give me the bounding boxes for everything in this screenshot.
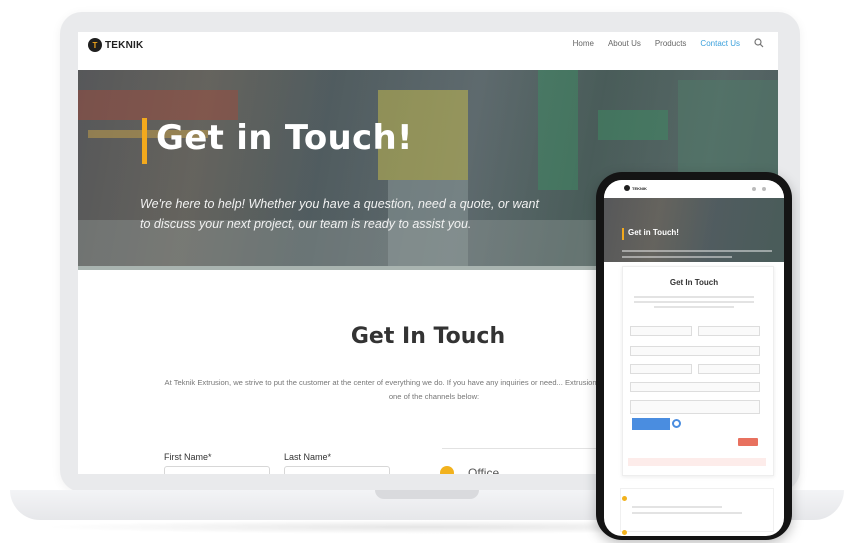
site-navbar: T TEKNIK Home About Us Products Contact … <box>78 32 778 68</box>
phone-logo-mark-icon <box>624 185 630 191</box>
last-name-input[interactable] <box>284 466 390 474</box>
phone-submit-button[interactable] <box>738 438 758 446</box>
logo-mark-icon: T <box>88 38 102 52</box>
phone-message-input[interactable] <box>630 400 760 414</box>
nav-contact-us[interactable]: Contact Us <box>700 39 740 48</box>
phone-email-input[interactable] <box>630 346 760 356</box>
phone-intro-line <box>654 306 734 308</box>
phone-last-name-input[interactable] <box>698 326 760 336</box>
first-name-input[interactable] <box>164 466 270 474</box>
phone-hero-title: Get in Touch! <box>628 228 679 237</box>
hero-subtitle: We're here to help! Whether you have a q… <box>140 197 539 231</box>
phone-hero-subtitle-line <box>622 256 732 258</box>
nav-about-us[interactable]: About Us <box>608 39 641 48</box>
phone-intro-line <box>634 301 754 303</box>
office-divider <box>442 448 602 449</box>
logo-text: TEKNIK <box>105 39 144 51</box>
teknik-logo[interactable]: T TEKNIK <box>88 38 143 52</box>
phone-logo[interactable]: TEKNIK <box>624 185 647 191</box>
phone-number-input[interactable] <box>698 364 760 374</box>
phone-location-pin-icon <box>622 496 627 501</box>
phone-recaptcha-box[interactable] <box>632 418 670 430</box>
hero-title: Get in Touch! <box>156 118 413 158</box>
phone-select-input[interactable] <box>630 382 760 392</box>
phone-company-input[interactable] <box>630 364 692 374</box>
phone-office-line <box>632 506 722 508</box>
office-label: Office <box>468 466 500 474</box>
phone-section-title: Get In Touch <box>669 278 719 287</box>
nav-home[interactable]: Home <box>573 39 594 48</box>
phone-first-name-input[interactable] <box>630 326 692 336</box>
phone-screen: TEKNIK Get in Touch! Get In Touch <box>604 180 784 536</box>
location-pin-icon <box>440 466 454 474</box>
phone-navbar: TEKNIK <box>604 180 784 198</box>
phone-office-line <box>632 512 742 514</box>
nav-links: Home About Us Products Contact Us <box>573 38 764 48</box>
phone-search-icon[interactable] <box>752 187 756 191</box>
phone-form-note <box>628 458 766 466</box>
phone-hero-accent-bar <box>622 228 624 240</box>
last-name-label: Last Name* <box>284 452 332 462</box>
phone-office-card <box>620 488 774 532</box>
laptop-notch <box>375 490 479 499</box>
phone-intro-line <box>634 296 754 298</box>
recaptcha-icon <box>672 419 681 428</box>
phone-hero: Get in Touch! <box>604 198 784 262</box>
phone-menu-icon[interactable] <box>762 187 766 191</box>
phone-logo-text: TEKNIK <box>632 185 647 191</box>
search-icon[interactable] <box>754 38 764 48</box>
hero-accent-bar <box>142 118 147 164</box>
phone-location-pin-icon-2 <box>622 530 627 535</box>
phone-hero-subtitle-line <box>622 250 772 252</box>
nav-products[interactable]: Products <box>655 39 687 48</box>
first-name-label: First Name* <box>164 452 212 462</box>
